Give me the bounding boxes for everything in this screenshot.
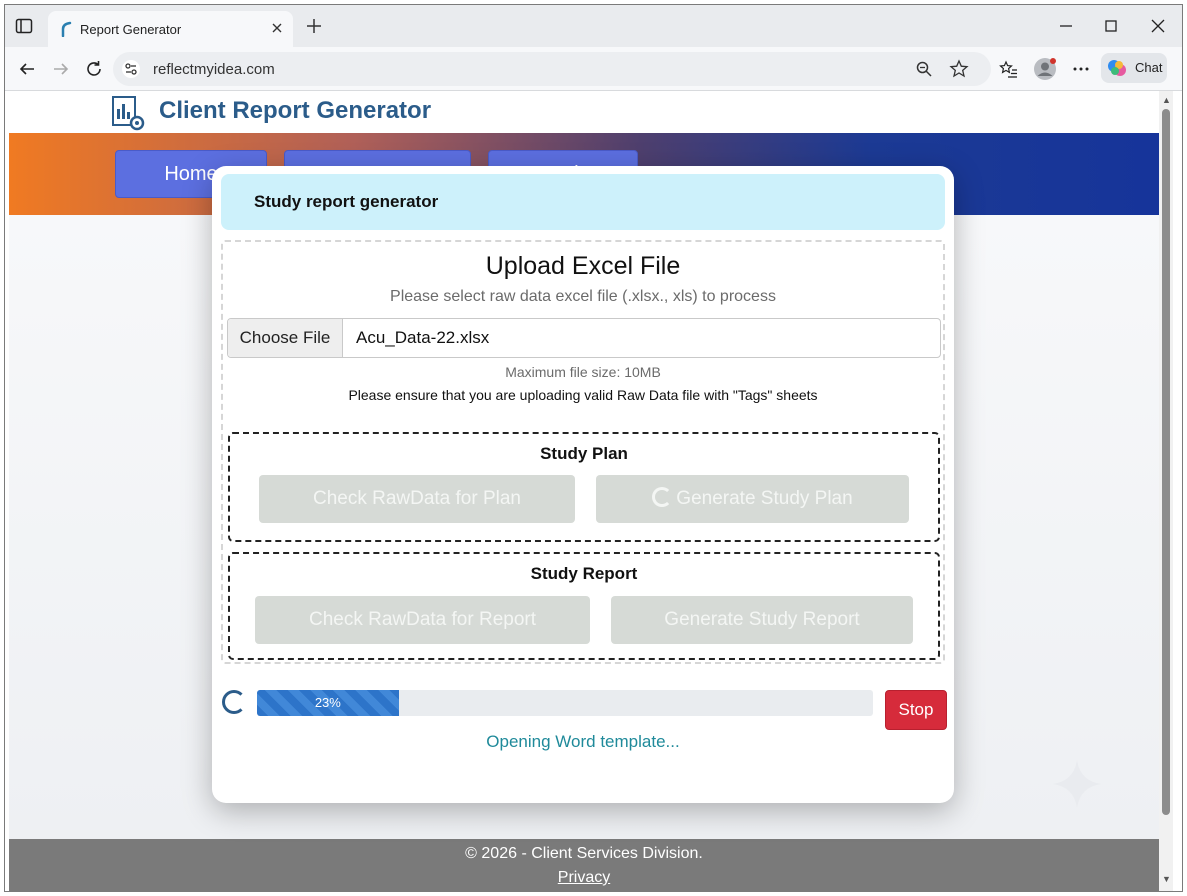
more-options-icon[interactable] (1071, 59, 1091, 79)
browser-toolbar: reflectmyidea.com Chat (5, 47, 1182, 91)
maximize-icon[interactable] (1100, 15, 1122, 37)
favorite-star-icon[interactable] (949, 59, 969, 79)
file-input[interactable]: Choose File Acu_Data-22.xlsx (227, 318, 941, 358)
study-plan-section: Study Plan Check RawData for Plan Genera… (228, 432, 940, 542)
upload-instruction: Please ensure that you are uploading val… (348, 387, 818, 403)
stop-button[interactable]: Stop (885, 690, 947, 730)
check-rawdata-plan-button[interactable]: Check RawData for Plan (259, 475, 575, 523)
site-favicon-icon (61, 21, 72, 37)
refresh-icon[interactable] (84, 59, 104, 79)
study-report-section: Study Report Check RawData for Report Ge… (228, 552, 940, 660)
zoom-icon[interactable] (915, 60, 933, 78)
progress-percent: 23% (314, 695, 341, 710)
title-bar: Report Generator (5, 5, 1182, 49)
study-report-modal: Study report generator Upload Excel File… (212, 166, 954, 803)
site-footer: © 2026 - Client Services Division. Priva… (9, 839, 1159, 891)
study-report-title: Study Report (530, 564, 638, 583)
chat-label: Chat (1135, 60, 1163, 75)
copilot-chat-button[interactable]: Chat (1101, 53, 1167, 83)
close-tab-icon[interactable] (269, 20, 285, 36)
report-logo-icon (112, 96, 145, 131)
address-bar[interactable]: reflectmyidea.com (113, 52, 991, 86)
site-info-icon[interactable] (121, 59, 141, 79)
upload-dropzone[interactable]: Upload Excel File Please select raw data… (221, 240, 945, 664)
progress-spinner-icon (222, 690, 246, 714)
copilot-logo-icon (1108, 60, 1126, 76)
selected-file-name: Acu_Data-22.xlsx (356, 328, 490, 347)
max-file-size-note: Maximum file size: 10MB (505, 364, 661, 380)
browser-tab[interactable]: Report Generator (48, 11, 293, 49)
site-header: Client Report Generator (9, 91, 1159, 133)
sidebar-toggle-icon[interactable] (15, 17, 33, 35)
sparkle-icon (1053, 760, 1101, 808)
brand-title: Client Report Generator (159, 97, 432, 124)
progress-status: Opening Word template... (486, 732, 680, 751)
footer-copyright: © 2026 - Client Services Division. (465, 845, 703, 862)
close-window-icon[interactable] (1147, 15, 1169, 37)
minimize-icon[interactable] (1055, 15, 1077, 37)
scroll-up-icon[interactable]: ▲ (1162, 95, 1171, 105)
generate-study-plan-label: Generate Study Plan (676, 488, 853, 509)
back-icon[interactable] (17, 59, 37, 79)
forward-icon[interactable] (51, 59, 71, 79)
scrollbar-thumb[interactable] (1162, 109, 1170, 815)
generate-study-plan-button[interactable]: Generate Study Plan (596, 475, 909, 523)
loading-spinner-icon (652, 487, 673, 507)
new-tab-icon[interactable] (305, 17, 323, 35)
study-plan-title: Study Plan (540, 444, 628, 463)
upload-heading: Upload Excel File (485, 252, 681, 280)
scroll-down-icon[interactable]: ▼ (1162, 874, 1171, 884)
url-text: reflectmyidea.com (153, 61, 275, 78)
check-rawdata-report-button[interactable]: Check RawData for Report (255, 596, 590, 644)
upload-subheading: Please select raw data excel file (.xlsx… (390, 288, 776, 305)
page-scrollbar[interactable]: ▲ ▼ (1159, 91, 1173, 891)
privacy-link[interactable]: Privacy (9, 869, 1159, 887)
modal-header: Study report generator (221, 174, 945, 230)
profile-avatar-icon[interactable] (1033, 57, 1057, 81)
progress-bar: 23% (257, 690, 873, 716)
generate-study-report-button[interactable]: Generate Study Report (611, 596, 913, 644)
favorites-list-icon[interactable] (998, 59, 1018, 79)
choose-file-button[interactable]: Choose File (228, 319, 343, 357)
modal-title: Study report generator (254, 192, 439, 211)
tab-title: Report Generator (80, 22, 182, 37)
